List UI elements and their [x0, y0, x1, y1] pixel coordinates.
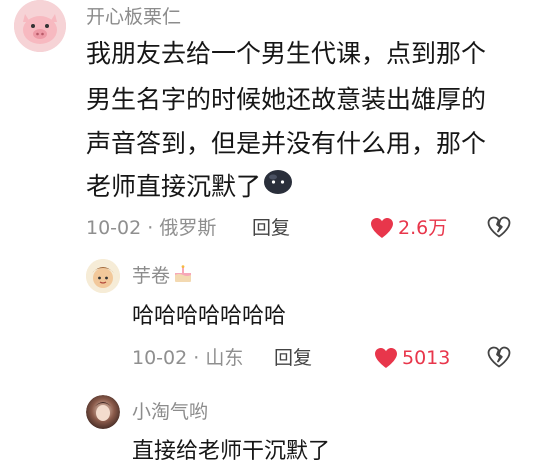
- reply-text: 直接给老师干沉默了: [132, 439, 331, 464]
- reply-avatar[interactable]: [86, 259, 120, 293]
- pig-avatar-icon: [14, 0, 66, 52]
- cartoon-avatar-icon: [86, 259, 120, 293]
- broken-heart-icon: [487, 216, 511, 238]
- reply-reply-button[interactable]: 回复: [274, 346, 312, 370]
- comment-dislike-button[interactable]: [487, 216, 511, 242]
- comment-like-button[interactable]: 2.6万: [370, 216, 447, 240]
- reply-username[interactable]: 芋卷: [132, 265, 170, 287]
- comment-line-4-text: 老师直接沉默了: [86, 172, 262, 201]
- reply-date-location: 10-02 · 山东: [132, 347, 244, 369]
- comment-line-2: 男生名字的时候她还故意装出雄厚的: [86, 85, 487, 114]
- reply-like-button[interactable]: 5013: [374, 346, 450, 370]
- reply-avatar[interactable]: [86, 395, 120, 429]
- comment-line-3: 声音答到，但是并没有什么用，那个: [86, 129, 487, 158]
- reply-text: 哈哈哈哈哈哈哈: [132, 304, 287, 329]
- reply-dislike-button[interactable]: [487, 346, 511, 372]
- heart-filled-icon: [375, 348, 397, 368]
- dark-blob-emoji-icon: [263, 166, 293, 208]
- heart-filled-icon: [371, 218, 393, 238]
- reply-username-row: 芋卷: [132, 265, 193, 287]
- user-avatar[interactable]: [14, 0, 66, 52]
- comment-date-location: 10-02 · 俄罗斯: [86, 217, 217, 239]
- broken-heart-icon: [487, 346, 511, 368]
- comment-reply-button[interactable]: 回复: [252, 216, 290, 240]
- photo-avatar-icon: [86, 395, 120, 429]
- cake-icon: [173, 265, 193, 287]
- comment-like-count: 2.6万: [398, 217, 448, 239]
- reply-username[interactable]: 小淘气哟: [132, 401, 208, 423]
- reply-like-count: 5013: [402, 347, 451, 369]
- comment-username[interactable]: 开心板栗仁: [86, 6, 181, 28]
- comment-line-1: 我朋友去给一个男生代课，点到那个: [86, 39, 487, 68]
- comment-line-4: 老师直接沉默了: [86, 166, 293, 208]
